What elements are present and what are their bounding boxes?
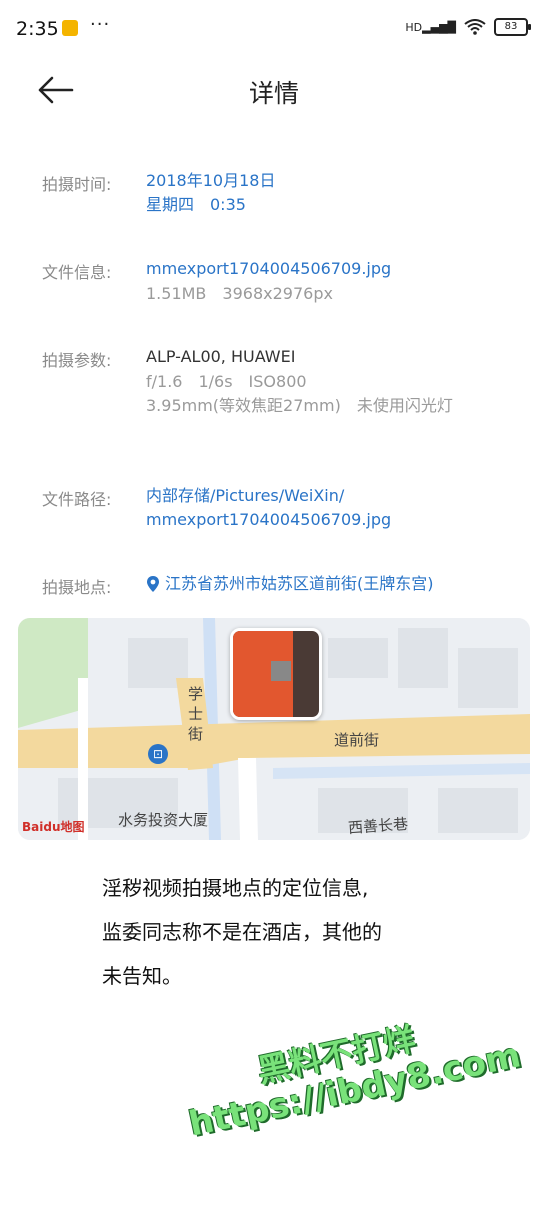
- shoot-date: 2018年10月18日: [146, 171, 276, 190]
- location-address[interactable]: 江苏省苏州市姑苏区道前街(王牌东宫): [165, 572, 434, 596]
- location-map[interactable]: ⊡ 学士街 道前街 西善长巷 水务投资大厦 Baidu地图: [18, 618, 530, 840]
- status-indicators: HD▂▄▆█ 83: [405, 18, 531, 36]
- page-title: 详情: [248, 79, 299, 108]
- label-location: 拍摄地点:: [42, 578, 112, 597]
- file-name[interactable]: mmexport1704004506709.jpg: [146, 257, 391, 281]
- camera-device: ALP-AL00, HUAWEI: [146, 347, 296, 366]
- location-pin-icon: [147, 576, 159, 592]
- signal-icon: HD▂▄▆█: [405, 20, 456, 34]
- app-notification-icon: [62, 20, 78, 36]
- status-time: 2:35: [16, 18, 59, 40]
- more-notifications-icon: ···: [90, 14, 111, 35]
- label-shoot-params: 拍摄参数:: [42, 351, 112, 370]
- note-text: 淫秽视频拍摄地点的定位信息, 监委同志称不是在酒店，其他的 未告知。: [102, 866, 382, 998]
- note-line-1: 淫秽视频拍摄地点的定位信息,: [102, 876, 369, 900]
- photo-thumbnail[interactable]: [230, 628, 322, 720]
- street-daoqian: 道前街: [334, 731, 380, 749]
- street-xueshi: 学士街: [188, 685, 204, 743]
- label-shoot-time: 拍摄时间:: [42, 175, 112, 194]
- poi-water-building: 水务投资大厦: [118, 811, 209, 829]
- baidu-map-logo: Baidu地图: [22, 820, 85, 834]
- file-meta: 1.51MB 3968x2976px: [146, 284, 333, 303]
- battery-icon: 83: [494, 18, 531, 36]
- file-path-line1[interactable]: 内部存储/Pictures/WeiXin/: [146, 484, 344, 508]
- camera-exposure: f/1.6 1/6s ISO800: [146, 372, 307, 391]
- label-file-path: 文件路径:: [42, 490, 112, 509]
- street-xishanchang: 西善长巷: [347, 814, 409, 838]
- label-file-info: 文件信息:: [42, 263, 112, 282]
- note-line-3: 未告知。: [102, 964, 182, 988]
- note-line-2: 监委同志称不是在酒店，其他的: [102, 920, 382, 944]
- file-path-line2[interactable]: mmexport1704004506709.jpg: [146, 508, 391, 532]
- bus-stop-icon: ⊡: [148, 744, 168, 764]
- shoot-weekday-time: 星期四 0:35: [146, 195, 246, 214]
- camera-lens: 3.95mm(等效焦距27mm) 未使用闪光灯: [146, 396, 453, 415]
- wifi-icon: [464, 19, 486, 35]
